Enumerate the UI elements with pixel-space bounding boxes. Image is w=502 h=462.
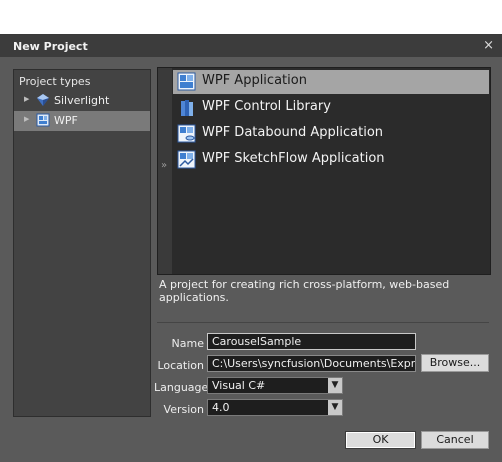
- version-value: 4.0: [212, 401, 230, 414]
- collapse-icon[interactable]: »: [161, 160, 167, 171]
- dialog-title: New Project: [13, 40, 88, 53]
- expand-arrow-icon[interactable]: ▶: [24, 115, 29, 123]
- template-description: A project for creating rich cross-platfo…: [159, 278, 450, 304]
- silverlight-icon: [36, 93, 50, 107]
- type-item-label: Silverlight: [54, 94, 110, 107]
- wpf-application-icon: [177, 72, 197, 92]
- template-label: WPF SketchFlow Application: [202, 151, 385, 166]
- chevron-down-icon[interactable]: ▼: [328, 378, 342, 393]
- language-select[interactable]: Visual C# ▼: [207, 377, 343, 394]
- divider: [157, 322, 489, 323]
- sketchflow-application-icon: [177, 150, 197, 170]
- type-item-silverlight[interactable]: ▶ Silverlight: [14, 91, 150, 111]
- template-wpf-databound-application[interactable]: WPF Databound Application: [173, 122, 489, 146]
- template-wpf-application[interactable]: WPF Application: [173, 70, 489, 94]
- chevron-down-icon[interactable]: ▼: [328, 400, 342, 415]
- expand-arrow-icon[interactable]: ▶: [24, 95, 29, 103]
- templates-list: » WPF Application WPF Control Library WP…: [157, 67, 491, 275]
- ok-button[interactable]: OK: [345, 431, 416, 449]
- cancel-button[interactable]: Cancel: [421, 431, 489, 449]
- type-item-wpf[interactable]: ▶ WPF: [14, 111, 150, 131]
- location-field[interactable]: C:\Users\syncfusion\Documents\Expression: [207, 355, 416, 372]
- control-library-icon: [177, 98, 197, 118]
- language-label: Language: [154, 381, 209, 394]
- template-label: WPF Application: [202, 73, 307, 88]
- collapse-strip[interactable]: »: [158, 68, 172, 274]
- language-value: Visual C#: [212, 379, 266, 392]
- version-label: Version: [163, 403, 204, 416]
- project-types-panel: Project types ▶ Silverlight ▶ WPF: [13, 69, 151, 417]
- template-wpf-control-library[interactable]: WPF Control Library: [173, 96, 489, 120]
- title-bar: New Project ×: [0, 35, 502, 57]
- template-label: WPF Control Library: [202, 99, 331, 114]
- version-select[interactable]: 4.0 ▼: [207, 399, 343, 416]
- template-wpf-sketchflow-application[interactable]: WPF SketchFlow Application: [173, 148, 489, 172]
- new-project-dialog: New Project × Project types ▶ Silverligh…: [0, 34, 502, 462]
- wpf-icon: [36, 113, 50, 127]
- template-label: WPF Databound Application: [202, 125, 384, 140]
- name-label: Name: [171, 337, 204, 350]
- close-icon[interactable]: ×: [483, 38, 494, 53]
- browse-button[interactable]: Browse...: [421, 354, 489, 372]
- type-item-label: WPF: [54, 114, 78, 127]
- name-field[interactable]: CarouselSample: [207, 333, 416, 350]
- project-types-header: Project types: [19, 75, 91, 88]
- databound-application-icon: [177, 124, 197, 144]
- location-label: Location: [157, 359, 204, 372]
